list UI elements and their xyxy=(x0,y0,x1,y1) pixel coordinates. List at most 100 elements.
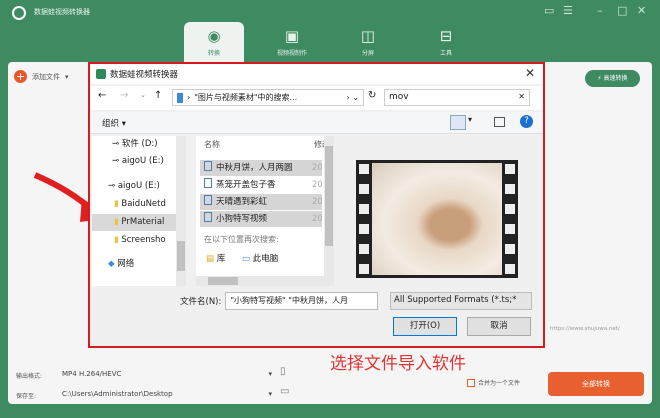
search-library-link[interactable]: ▤ 库 xyxy=(206,252,225,264)
navigation-bar: ← → ⌄ ↑ › "图片与视频素材"中的搜索... › ⌄ ↻ mov ✕ xyxy=(90,86,543,110)
video-file-icon xyxy=(204,212,212,222)
fast-convert-label: 高速转换 xyxy=(603,75,628,82)
horizontal-scrollbar[interactable] xyxy=(196,276,334,286)
split-screen-icon: ◫ xyxy=(360,27,376,45)
file-date: 202 xyxy=(312,180,322,190)
file-row[interactable]: 蒸笼开盖包子香 202 xyxy=(200,177,322,193)
recent-chevron-icon[interactable]: ⌄ xyxy=(140,91,146,99)
search-this-pc-link[interactable]: ▭ 此电脑 xyxy=(242,252,278,264)
navigation-pane: ⊸ 软件 (D:) ⊸ aigoU (E:) ⊸ aigoU (E:) ▮ Ba… xyxy=(92,136,186,286)
nav-label: PrMaterial xyxy=(121,217,165,227)
nav-item-baidunetd[interactable]: ▮ BaiduNetd xyxy=(92,196,178,213)
file-name: 中秋月饼，人月两圆 xyxy=(216,163,293,173)
tab-label: 转换 xyxy=(207,50,220,57)
open-file-dialog: 数据蛙视频转换器 ✕ ← → ⌄ ↑ › "图片与视频素材"中的搜索... › ⌄ … xyxy=(88,62,545,348)
search-value: mov xyxy=(389,92,409,102)
preview-pane-icon[interactable] xyxy=(494,117,505,127)
add-file-button[interactable]: + 添加文件 ▾ xyxy=(14,70,69,83)
nav-item-screenshots[interactable]: ▮ Screensho xyxy=(92,232,178,249)
output-format-value: MP4 H.264/HEVC xyxy=(62,370,122,378)
tab-convert[interactable]: ◉ 转换 xyxy=(184,22,244,66)
horizontal-scrollbar-thumb[interactable] xyxy=(208,277,238,285)
menu-icon[interactable]: ☰ xyxy=(563,4,573,17)
location-label: 此电脑 xyxy=(252,254,279,264)
dialog-titlebar: 数据蛙视频转换器 xyxy=(90,64,543,84)
dialog-title: 数据蛙视频转换器 xyxy=(110,70,179,80)
search-input[interactable]: mov ✕ xyxy=(384,89,530,106)
address-bar[interactable]: › "图片与视频素材"中的搜索... › ⌄ xyxy=(172,89,364,106)
save-path-select[interactable]: C:\Users\Administrator\Desktop ▾ xyxy=(62,386,272,402)
app-logo xyxy=(12,6,26,20)
nav-scrollbar-thumb[interactable] xyxy=(177,241,185,271)
nav-label: aigoU (E:) xyxy=(117,181,160,191)
dialog-toolbar: 组织 ▾ ▾ ? xyxy=(90,112,543,134)
plus-icon: + xyxy=(14,70,27,83)
instruction-caption: 选择文件导入软件 xyxy=(330,354,466,374)
video-file-icon xyxy=(204,178,212,188)
tab-video-making[interactable]: ▣ 视频视制作 xyxy=(262,22,322,66)
column-header-name[interactable]: 名称 xyxy=(204,139,220,150)
chevron-down-icon[interactable]: ▾ xyxy=(65,73,69,81)
file-scrollbar[interactable] xyxy=(324,136,334,276)
close-icon[interactable]: ✕ xyxy=(637,4,646,17)
file-row[interactable]: 天晴遇到彩虹 202 xyxy=(200,194,322,210)
forward-icon[interactable]: → xyxy=(120,90,128,101)
nav-item-drive-d[interactable]: ⊸ 软件 (D:) xyxy=(92,136,178,153)
nav-item-drive-e-root[interactable]: ⊸ aigoU (E:) xyxy=(92,178,178,195)
file-scrollbar-thumb[interactable] xyxy=(325,146,333,246)
tv-icon: ▣ xyxy=(284,27,300,45)
view-options-chevron-icon[interactable]: ▾ xyxy=(468,115,472,124)
tab-tools[interactable]: ⊟ 工具 xyxy=(416,22,476,66)
file-row[interactable]: 小狗特写视频 202 xyxy=(200,211,322,227)
file-name: 蒸笼开盖包子香 xyxy=(216,180,276,190)
tab-label: 分屏 xyxy=(361,50,374,57)
convert-all-button[interactable]: 全部转换 xyxy=(548,372,644,396)
help-icon[interactable]: ? xyxy=(520,115,533,128)
minimize-icon[interactable]: – xyxy=(597,4,603,17)
convert-icon: ◉ xyxy=(207,27,221,45)
open-folder-icon[interactable]: ▭ xyxy=(280,386,289,397)
filename-input[interactable]: "小狗特写视频" "中秋月饼，人月 xyxy=(225,292,379,310)
organize-button[interactable]: 组织 ▾ xyxy=(102,117,126,129)
location-icon xyxy=(177,92,183,103)
maximize-icon[interactable]: □ xyxy=(617,4,627,17)
clear-search-icon[interactable]: ✕ xyxy=(518,92,525,101)
nav-item-prmaterial[interactable]: ▮ PrMaterial xyxy=(92,214,178,231)
nav-scrollbar[interactable] xyxy=(176,136,186,286)
merge-label: 合并为一个文件 xyxy=(478,380,521,387)
refresh-icon[interactable]: ↻ xyxy=(368,90,376,101)
library-icon: ▤ xyxy=(206,254,215,264)
tab-split-screen[interactable]: ◫ 分屏 xyxy=(338,22,398,66)
nav-label: 软件 (D:) xyxy=(121,139,158,149)
dog-photo xyxy=(372,163,502,275)
address-text: "图片与视频素材"中的搜索... xyxy=(194,93,298,102)
file-type-select[interactable]: All Supported Formats (*.ts;* xyxy=(390,292,532,310)
format-settings-icon[interactable]: ▯ xyxy=(280,366,286,377)
preview-pane xyxy=(342,136,542,286)
file-date: 202 xyxy=(312,214,322,224)
merge-checkbox[interactable]: 合并为一个文件 xyxy=(467,378,520,387)
file-list: 名称 修改 中秋月饼，人月两圆202 蒸笼开盖包子香202 天晴遇到彩虹202 … xyxy=(196,136,334,286)
output-format-select[interactable]: MP4 H.264/HEVC ▾ xyxy=(62,366,272,382)
folder-icon: ▮ xyxy=(114,235,119,245)
tab-label: 视频视制作 xyxy=(276,50,307,57)
up-icon[interactable]: ↑ xyxy=(154,90,162,101)
fast-convert-button[interactable]: ⚡ 高速转换 xyxy=(585,70,640,87)
watermark-url: https://www.shujuwa.net/ xyxy=(550,326,620,332)
feedback-icon[interactable]: ▭ xyxy=(544,4,554,17)
file-row[interactable]: 中秋月饼，人月两圆 202 xyxy=(200,160,322,176)
view-details-icon[interactable] xyxy=(450,115,466,130)
back-icon[interactable]: ← xyxy=(98,90,106,101)
save-to-label: 保存至: xyxy=(16,393,37,400)
file-date: 202 xyxy=(312,163,322,173)
video-preview-thumbnail xyxy=(356,160,518,278)
dialog-close-icon[interactable]: ✕ xyxy=(525,66,535,80)
nav-item-drive-e[interactable]: ⊸ aigoU (E:) xyxy=(92,153,178,170)
nav-item-network[interactable]: ◆ 网络 xyxy=(92,256,178,273)
save-path-value: C:\Users\Administrator\Desktop xyxy=(62,390,173,398)
open-button[interactable]: 打开(O) xyxy=(393,317,457,336)
cancel-button[interactable]: 取消 xyxy=(467,317,531,336)
checkbox-icon[interactable] xyxy=(467,378,475,387)
tab-label: 工具 xyxy=(439,50,452,57)
filename-label: 文件名(N): xyxy=(180,297,222,307)
